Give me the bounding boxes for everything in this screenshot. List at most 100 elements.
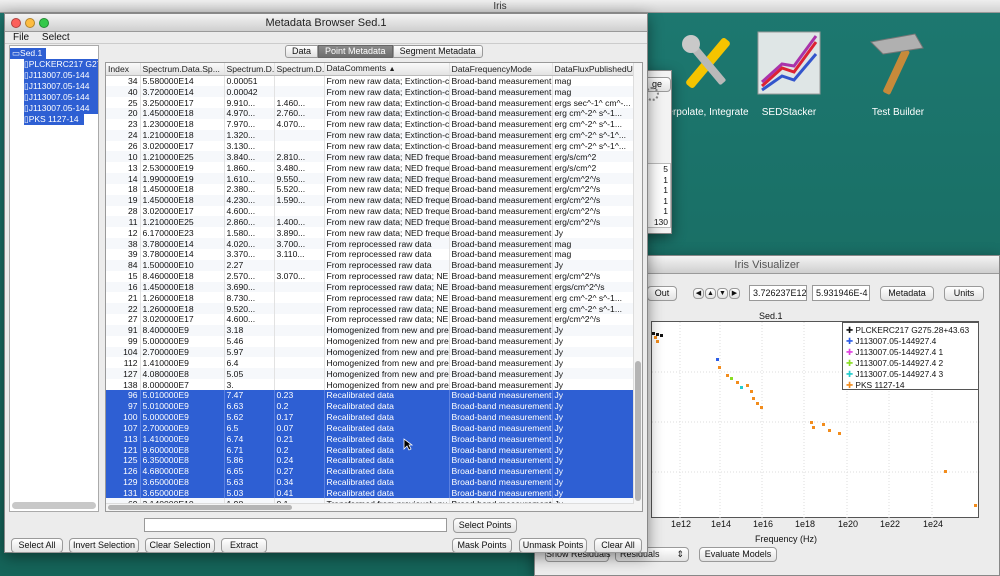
table-row[interactable]: 15 8.460000E18 2.570... 3.070... From reproc… [106, 270, 642, 282]
evaluate-models-button[interactable]: Evaluate Models [699, 547, 777, 562]
column-header[interactable]: DataFluxPublishedUnit [552, 63, 636, 76]
table-row[interactable]: 84 1.500000E10 2.27 From reprocessed raw da… [106, 259, 642, 271]
unmask-points-button[interactable]: Unmask Points [519, 538, 587, 553]
table-cell: Jy [552, 411, 636, 423]
tab-segment-metadata[interactable]: Segment Metadata [392, 45, 483, 58]
table-row[interactable]: 23 1.230000E18 7.970... 4.070... From new ra… [106, 118, 642, 130]
table-row[interactable]: 131 3.650000E8 5.03 0.41 Recalibrated data Br… [106, 487, 642, 499]
nav-down-button[interactable]: ▼ [717, 288, 728, 299]
filter-expression-input[interactable] [144, 518, 447, 532]
column-header[interactable]: DataFrequencyMode [449, 63, 553, 76]
table-row[interactable]: 14 1.990000E19 1.610... 9.550... From new ra… [106, 173, 642, 184]
table-row[interactable]: 127 4.080000E8 5.05 Homogenized from new an… [106, 368, 642, 380]
table-row[interactable]: 38 3.780000E14 4.020... 3.700... From reproc… [106, 238, 642, 249]
table-row[interactable]: 11 1.210000E25 2.860... 1.400... From new ra… [106, 216, 642, 228]
table-row[interactable]: 121 9.600000E8 6.71 0.2 Recalibrated data Bro… [106, 444, 642, 456]
select-menu[interactable]: Select [42, 32, 70, 43]
mask-points-button[interactable]: Mask Points [452, 538, 512, 553]
table-row[interactable]: 107 2.700000E9 6.5 0.07 Recalibrated data Bro… [106, 422, 642, 434]
metadata-button[interactable]: Metadata [880, 286, 934, 301]
table-row[interactable]: 13 2.530000E19 1.860... 3.480... From new ra… [106, 162, 642, 174]
table-row[interactable]: 39 3.780000E14 3.370... 3.110... From reproc… [106, 249, 642, 260]
table-row[interactable]: 25 3.250000E17 9.910... 1.460... From new ra… [106, 97, 642, 109]
table-cell: 1.410000E9 [140, 357, 225, 369]
table-row[interactable]: 125 6.350000E8 5.86 0.24 Recalibrated data Br… [106, 455, 642, 466]
column-header[interactable]: Spectrum.Data.Sp... [140, 63, 225, 76]
tab-point-metadata[interactable]: Point Metadata [318, 45, 393, 58]
minimize-window-button[interactable] [25, 18, 35, 28]
table-cell: Broad-band measurement [449, 108, 553, 119]
tree-item[interactable]: ▯J113007.05-144 [24, 70, 98, 81]
table-row[interactable]: 40 3.720000E14 0.00042 From new raw data; E… [106, 86, 642, 98]
file-menu[interactable]: File [13, 32, 29, 43]
table-cell: 5.97 [224, 346, 275, 358]
column-header[interactable]: Spectrum.D... [224, 63, 275, 76]
table-row[interactable]: 34 5.580000E14 0.00051 From new raw data; E… [106, 75, 642, 87]
tab-data[interactable]: Data [285, 45, 319, 58]
table-row[interactable]: 24 1.210000E18 1.320... From new raw data; … [106, 129, 642, 141]
table-row[interactable]: 27 3.020000E17 4.600... From reprocessed ra… [106, 314, 642, 325]
table-row[interactable]: 21 1.260000E18 8.730... From reprocessed ra… [106, 292, 642, 304]
table-cell: 1.260000E18 [140, 303, 225, 315]
select-points-button[interactable]: Select Points [453, 518, 517, 533]
table-row[interactable]: 16 1.450000E18 3.690... From reprocessed ra… [106, 281, 642, 293]
tree-item[interactable]: ▯PLCKERC217 G275 [24, 59, 98, 70]
table-row[interactable]: 97 5.010000E9 6.63 0.2 Recalibrated data Broa… [106, 400, 642, 412]
table-vertical-scrollbar[interactable] [633, 63, 642, 511]
table-row[interactable]: 126 4.680000E8 6.65 0.27 Recalibrated data Br… [106, 465, 642, 477]
y-coordinate-field[interactable]: 5.931946E-4 [812, 285, 870, 301]
table-row[interactable]: 91 8.400000E9 3.18 Homogenized from new and… [106, 324, 642, 336]
tree-item[interactable]: ▯J113007.05-144 [24, 92, 98, 103]
column-header[interactable]: DataComments ▲ [324, 63, 450, 76]
table-row[interactable]: 19 1.450000E18 4.230... 1.590... From new ra… [106, 194, 642, 206]
column-header[interactable]: Index [106, 63, 141, 76]
table-row[interactable]: 96 5.010000E9 7.47 0.23 Recalibrated data Bro… [106, 389, 642, 401]
table-cell: 12 [106, 227, 141, 239]
table-row[interactable]: 99 5.000000E9 5.46 Homogenized from new and… [106, 335, 642, 347]
tree-root[interactable]: ▭Sed.1 [10, 48, 46, 59]
metadata-table[interactable]: Index Spectrum.Data.Sp... Spectrum.D... … [106, 63, 642, 511]
tree-item[interactable]: ▯J113007.05-144 [24, 81, 98, 92]
extract-button[interactable]: Extract [221, 538, 267, 553]
clear-selection-button[interactable]: Clear Selection [145, 538, 215, 553]
table-row[interactable]: 104 2.700000E9 5.97 Homogenized from new an… [106, 346, 642, 358]
select-all-button[interactable]: Select All [11, 538, 63, 553]
table-row[interactable]: 28 3.020000E17 4.600... From new raw data; … [106, 205, 642, 217]
tree-item[interactable]: ▯J113007.05-144 [24, 103, 98, 114]
nav-up-button[interactable]: ▲ [705, 288, 716, 299]
zoom-out-button[interactable]: Out [647, 286, 677, 301]
table-row[interactable]: 22 1.260000E18 9.520... From reprocessed ra… [106, 303, 642, 315]
table-row[interactable]: 10 1.210000E25 3.840... 2.810... From new ra… [106, 151, 642, 163]
table-row[interactable]: 112 1.410000E9 6.4 Homogenized from new and… [106, 357, 642, 369]
x-coordinate-field[interactable]: 3.726237E12 [749, 285, 807, 301]
table-row[interactable]: 26 3.020000E17 3.130... From new raw data; … [106, 140, 642, 152]
table-row[interactable]: 129 3.650000E8 5.63 0.34 Recalibrated data Br… [106, 476, 642, 488]
sed-plot-area[interactable]: ✚ PLCKERC217 G275.28+43.63 ✚ J113007.05-… [651, 321, 980, 519]
table-row[interactable]: 100 5.000000E9 5.62 0.17 Recalibrated data Br… [106, 411, 642, 423]
table-cell: Broad-band measurement [449, 86, 553, 98]
table-horizontal-scrollbar[interactable] [106, 503, 634, 511]
table-cell [274, 75, 325, 87]
table-row[interactable]: 12 6.170000E23 1.580... 3.890... From new ra… [106, 227, 642, 239]
nav-right-button[interactable]: ▶ [729, 288, 740, 299]
table-row[interactable]: 20 1.450000E18 4.970... 2.760... From new ra… [106, 108, 642, 119]
table-row[interactable]: 138 8.000000E7 3. Homogenized from new and … [106, 379, 642, 390]
vertical-scroll-thumb[interactable] [635, 361, 641, 501]
app-label: SEDStacker [761, 107, 817, 118]
table-cell: 99 [106, 335, 141, 347]
nav-left-button[interactable]: ◀ [693, 288, 704, 299]
close-window-button[interactable] [11, 18, 21, 28]
table-cell: 1.260000E18 [140, 292, 225, 304]
horizontal-scroll-thumb[interactable] [108, 505, 292, 510]
sedstacker-app[interactable]: SEDStacker [734, 28, 844, 118]
tree-item[interactable]: ▯PKS 1127-14 [24, 114, 84, 125]
tree-horizontal-scrollbar[interactable] [12, 502, 96, 509]
table-row[interactable]: 18 1.450000E18 2.380... 5.520... From new ra… [106, 183, 642, 195]
clear-all-button[interactable]: Clear All [594, 538, 642, 553]
invert-selection-button[interactable]: Invert Selection [69, 538, 139, 553]
units-button[interactable]: Units [944, 286, 984, 301]
zoom-window-button[interactable] [39, 18, 49, 28]
test-builder-app[interactable]: Test Builder [843, 28, 953, 118]
column-header[interactable]: Spectrum.D... [274, 63, 325, 76]
table-row[interactable]: 113 1.410000E9 6.74 0.21 Recalibrated data Br… [106, 433, 642, 445]
